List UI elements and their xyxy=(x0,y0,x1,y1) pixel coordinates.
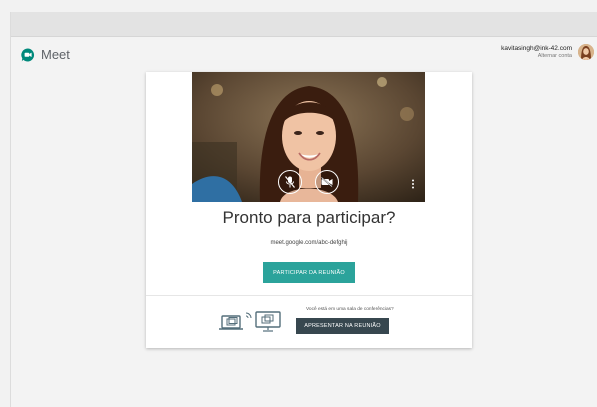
join-meeting-button[interactable]: PARTICIPAR DA REUNIÃO xyxy=(263,262,355,283)
divider xyxy=(146,295,472,296)
conference-room-devices-icon xyxy=(219,311,281,332)
app-name: Meet xyxy=(41,47,70,62)
camera-preview-image xyxy=(192,72,425,202)
microphone-toggle-button[interactable] xyxy=(278,170,302,194)
mic-off-icon xyxy=(285,176,295,188)
conference-room-question: Você está em uma sala de conferências? xyxy=(306,307,394,312)
join-card: Pronto para participar? meet.google.com/… xyxy=(146,72,472,348)
meet-logo[interactable]: Meet xyxy=(21,47,70,62)
browser-window: Meet kavitasingh@ink-42.com Alternar con… xyxy=(10,12,597,407)
present-to-meeting-button[interactable]: APRESENTAR NA REUNIÃO xyxy=(296,318,389,334)
switch-account-link[interactable]: Alternar conta xyxy=(501,53,572,59)
meeting-url: meet.google.com/abc-defghij xyxy=(270,240,348,246)
meet-logo-icon xyxy=(21,47,35,61)
account-menu[interactable]: kavitasingh@ink-42.com Alternar conta xyxy=(501,44,594,60)
title-bar xyxy=(11,12,597,37)
more-vert-icon[interactable] xyxy=(411,179,415,189)
camera-preview xyxy=(192,72,425,202)
camera-toggle-button[interactable] xyxy=(315,170,339,194)
avatar[interactable] xyxy=(578,44,594,60)
account-email: kavitasingh@ink-42.com xyxy=(501,45,572,52)
camera-off-icon xyxy=(321,177,333,187)
ready-heading: Pronto para participar? xyxy=(222,208,396,227)
avatar-image xyxy=(578,44,594,60)
